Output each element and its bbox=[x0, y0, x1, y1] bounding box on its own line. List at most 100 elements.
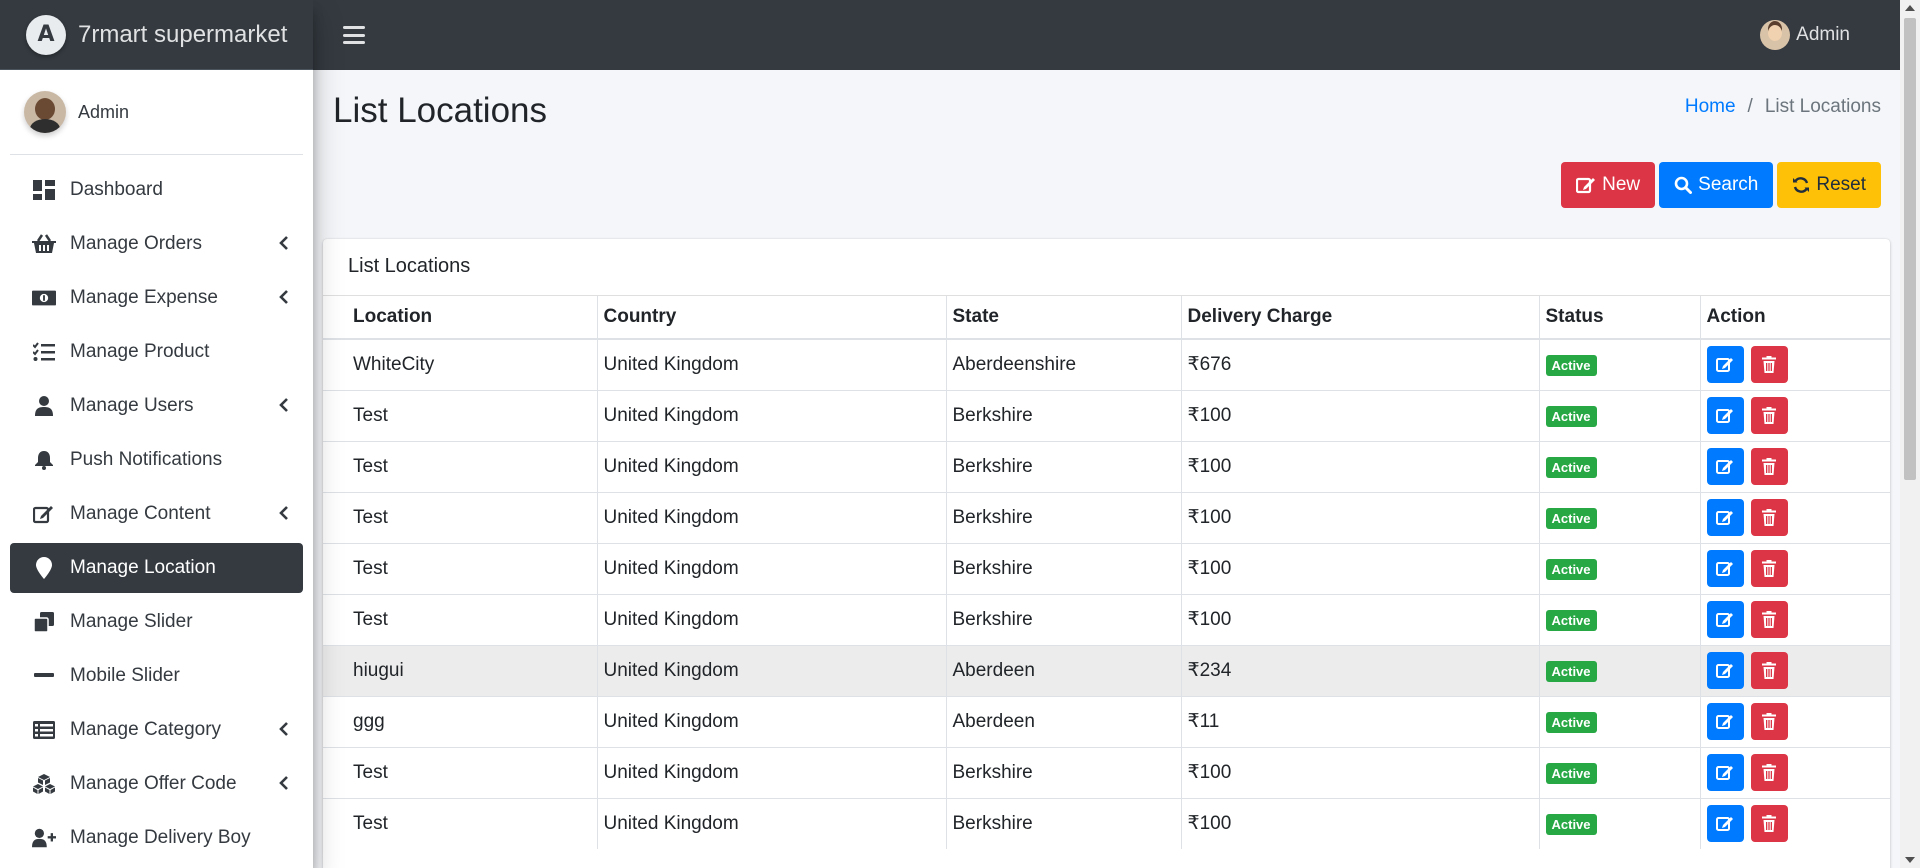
cell-delivery-charge: ₹100 bbox=[1181, 797, 1540, 849]
sidebar-item-manage-content[interactable]: Manage Content bbox=[10, 489, 303, 539]
sidebar-item-manage-slider[interactable]: Manage Slider bbox=[10, 597, 303, 647]
clone-icon bbox=[32, 610, 56, 634]
cell-status: Active bbox=[1539, 389, 1701, 441]
sidebar-item-manage-category[interactable]: Manage Category bbox=[10, 705, 303, 755]
delete-row-button[interactable] bbox=[1750, 805, 1788, 843]
sidebar-item-label: Manage Delivery Boy bbox=[70, 827, 251, 848]
status-badge[interactable]: Active bbox=[1545, 405, 1597, 427]
status-badge[interactable]: Active bbox=[1545, 507, 1597, 529]
scroll-thumb[interactable] bbox=[1904, 18, 1916, 480]
page-scrollbar[interactable] bbox=[1900, 0, 1920, 868]
cell-action bbox=[1700, 695, 1890, 747]
sidebar-item-manage-product[interactable]: Manage Product bbox=[10, 327, 303, 377]
reset-button[interactable]: Reset bbox=[1777, 162, 1881, 208]
breadcrumb: Home / List Locations bbox=[1685, 96, 1881, 118]
cell-status: Active bbox=[1539, 746, 1701, 798]
top-navbar: Admin bbox=[313, 0, 1900, 70]
status-badge[interactable]: Active bbox=[1545, 354, 1597, 376]
edit-row-button[interactable] bbox=[1706, 703, 1744, 740]
sidebar-item-manage-delivery-boy[interactable]: Manage Delivery Boy bbox=[10, 813, 303, 863]
status-badge[interactable]: Active bbox=[1545, 660, 1597, 682]
delete-row-button[interactable] bbox=[1750, 346, 1788, 384]
status-badge[interactable]: Active bbox=[1545, 456, 1597, 478]
breadcrumb-home[interactable]: Home bbox=[1685, 96, 1736, 118]
edit-row-button[interactable] bbox=[1706, 805, 1744, 843]
sidebar-item-label: Push Notifications bbox=[70, 449, 223, 470]
brand-link[interactable]: A 7rmart supermarket bbox=[0, 0, 313, 70]
edit-row-button[interactable] bbox=[1706, 652, 1744, 689]
cell-action bbox=[1700, 593, 1890, 645]
status-badge[interactable]: Active bbox=[1545, 813, 1597, 835]
locations-card: List Locations Location Country State Deliv… bbox=[323, 239, 1890, 868]
edit-row-button[interactable] bbox=[1706, 550, 1744, 587]
list-check-icon bbox=[32, 340, 56, 364]
sidebar-user-name[interactable]: Admin bbox=[78, 102, 129, 123]
sidebar-item-manage-orders[interactable]: Manage Orders bbox=[10, 219, 303, 269]
avatar bbox=[24, 91, 66, 133]
edit-row-button[interactable] bbox=[1706, 499, 1744, 536]
sidebar-item-manage-offer-code[interactable]: Manage Offer Code bbox=[10, 759, 303, 809]
delete-row-button[interactable] bbox=[1750, 601, 1788, 638]
column-header-action: Action bbox=[1700, 296, 1890, 340]
delete-row-button[interactable] bbox=[1750, 550, 1788, 587]
money-icon bbox=[32, 286, 56, 310]
table-row: Test United Kingdom Berkshire ₹100 Active bbox=[323, 797, 1890, 849]
cell-status: Active bbox=[1539, 338, 1701, 390]
minus-icon bbox=[32, 664, 56, 688]
column-header-status: Status bbox=[1539, 296, 1701, 340]
cell-state: Berkshire bbox=[946, 746, 1182, 798]
sidebar-item-mobile-slider[interactable]: Mobile Slider bbox=[10, 651, 303, 701]
sidebar-item-push-notifications[interactable]: Push Notifications bbox=[10, 435, 303, 485]
map-marker-icon bbox=[32, 556, 56, 580]
edit-row-button[interactable] bbox=[1706, 346, 1744, 384]
cell-delivery-charge: ₹676 bbox=[1181, 338, 1540, 390]
table-row: Test United Kingdom Berkshire ₹100 Active bbox=[323, 491, 1890, 543]
edit-icon bbox=[1716, 715, 1733, 729]
menu-toggle-icon[interactable] bbox=[343, 26, 365, 44]
table-row: Test United Kingdom Berkshire ₹100 Active bbox=[323, 542, 1890, 594]
sidebar-item-manage-location[interactable]: Manage Location bbox=[10, 543, 303, 593]
edit-row-button[interactable] bbox=[1706, 754, 1744, 791]
table-row: Test United Kingdom Berkshire ₹100 Active bbox=[323, 440, 1890, 492]
cell-status: Active bbox=[1539, 593, 1701, 645]
search-button[interactable]: Search bbox=[1659, 162, 1774, 208]
trash-icon bbox=[1762, 611, 1776, 628]
sidebar-item-manage-expense[interactable]: Manage Expense bbox=[10, 273, 303, 323]
brand-logo: A bbox=[26, 14, 66, 55]
column-header-delivery-charge: Delivery Charge bbox=[1181, 296, 1540, 340]
delete-row-button[interactable] bbox=[1750, 703, 1788, 740]
basket-icon bbox=[32, 232, 56, 256]
delete-row-button[interactable] bbox=[1750, 448, 1788, 485]
cell-country: United Kingdom bbox=[597, 644, 947, 696]
top-user-menu[interactable]: Admin bbox=[1760, 20, 1850, 50]
sidebar-item-label: Manage Content bbox=[70, 503, 211, 524]
cubes-icon bbox=[32, 772, 56, 796]
trash-icon bbox=[1762, 815, 1776, 833]
new-button[interactable]: New bbox=[1561, 162, 1656, 208]
delete-row-button[interactable] bbox=[1750, 652, 1788, 689]
chevron-left-icon bbox=[279, 234, 289, 255]
cell-state: Berkshire bbox=[946, 593, 1182, 645]
status-badge[interactable]: Active bbox=[1545, 558, 1597, 580]
edit-row-button[interactable] bbox=[1706, 601, 1744, 638]
status-badge[interactable]: Active bbox=[1545, 609, 1597, 631]
card-title: List Locations bbox=[323, 239, 1890, 296]
cell-status: Active bbox=[1539, 797, 1701, 849]
cell-location: ggg bbox=[323, 695, 598, 747]
table-body: WhiteCity United Kingdom Aberdeenshire ₹676… bbox=[323, 338, 1890, 849]
scroll-up-arrow-icon[interactable] bbox=[1905, 5, 1915, 11]
edit-row-button[interactable] bbox=[1706, 397, 1744, 434]
sidebar-item-dashboard[interactable]: Dashboard bbox=[10, 165, 303, 215]
cell-action bbox=[1700, 644, 1890, 696]
status-badge[interactable]: Active bbox=[1545, 711, 1597, 733]
cell-country: United Kingdom bbox=[597, 593, 947, 645]
status-badge[interactable]: Active bbox=[1545, 762, 1597, 784]
sidebar-item-manage-users[interactable]: Manage Users bbox=[10, 381, 303, 431]
cell-delivery-charge: ₹100 bbox=[1181, 746, 1540, 798]
delete-row-button[interactable] bbox=[1750, 499, 1788, 536]
edit-row-button[interactable] bbox=[1706, 448, 1744, 485]
delete-row-button[interactable] bbox=[1750, 754, 1788, 791]
scroll-down-arrow-icon[interactable] bbox=[1905, 857, 1915, 863]
breadcrumb-separator: / bbox=[1747, 96, 1753, 117]
delete-row-button[interactable] bbox=[1750, 397, 1788, 434]
